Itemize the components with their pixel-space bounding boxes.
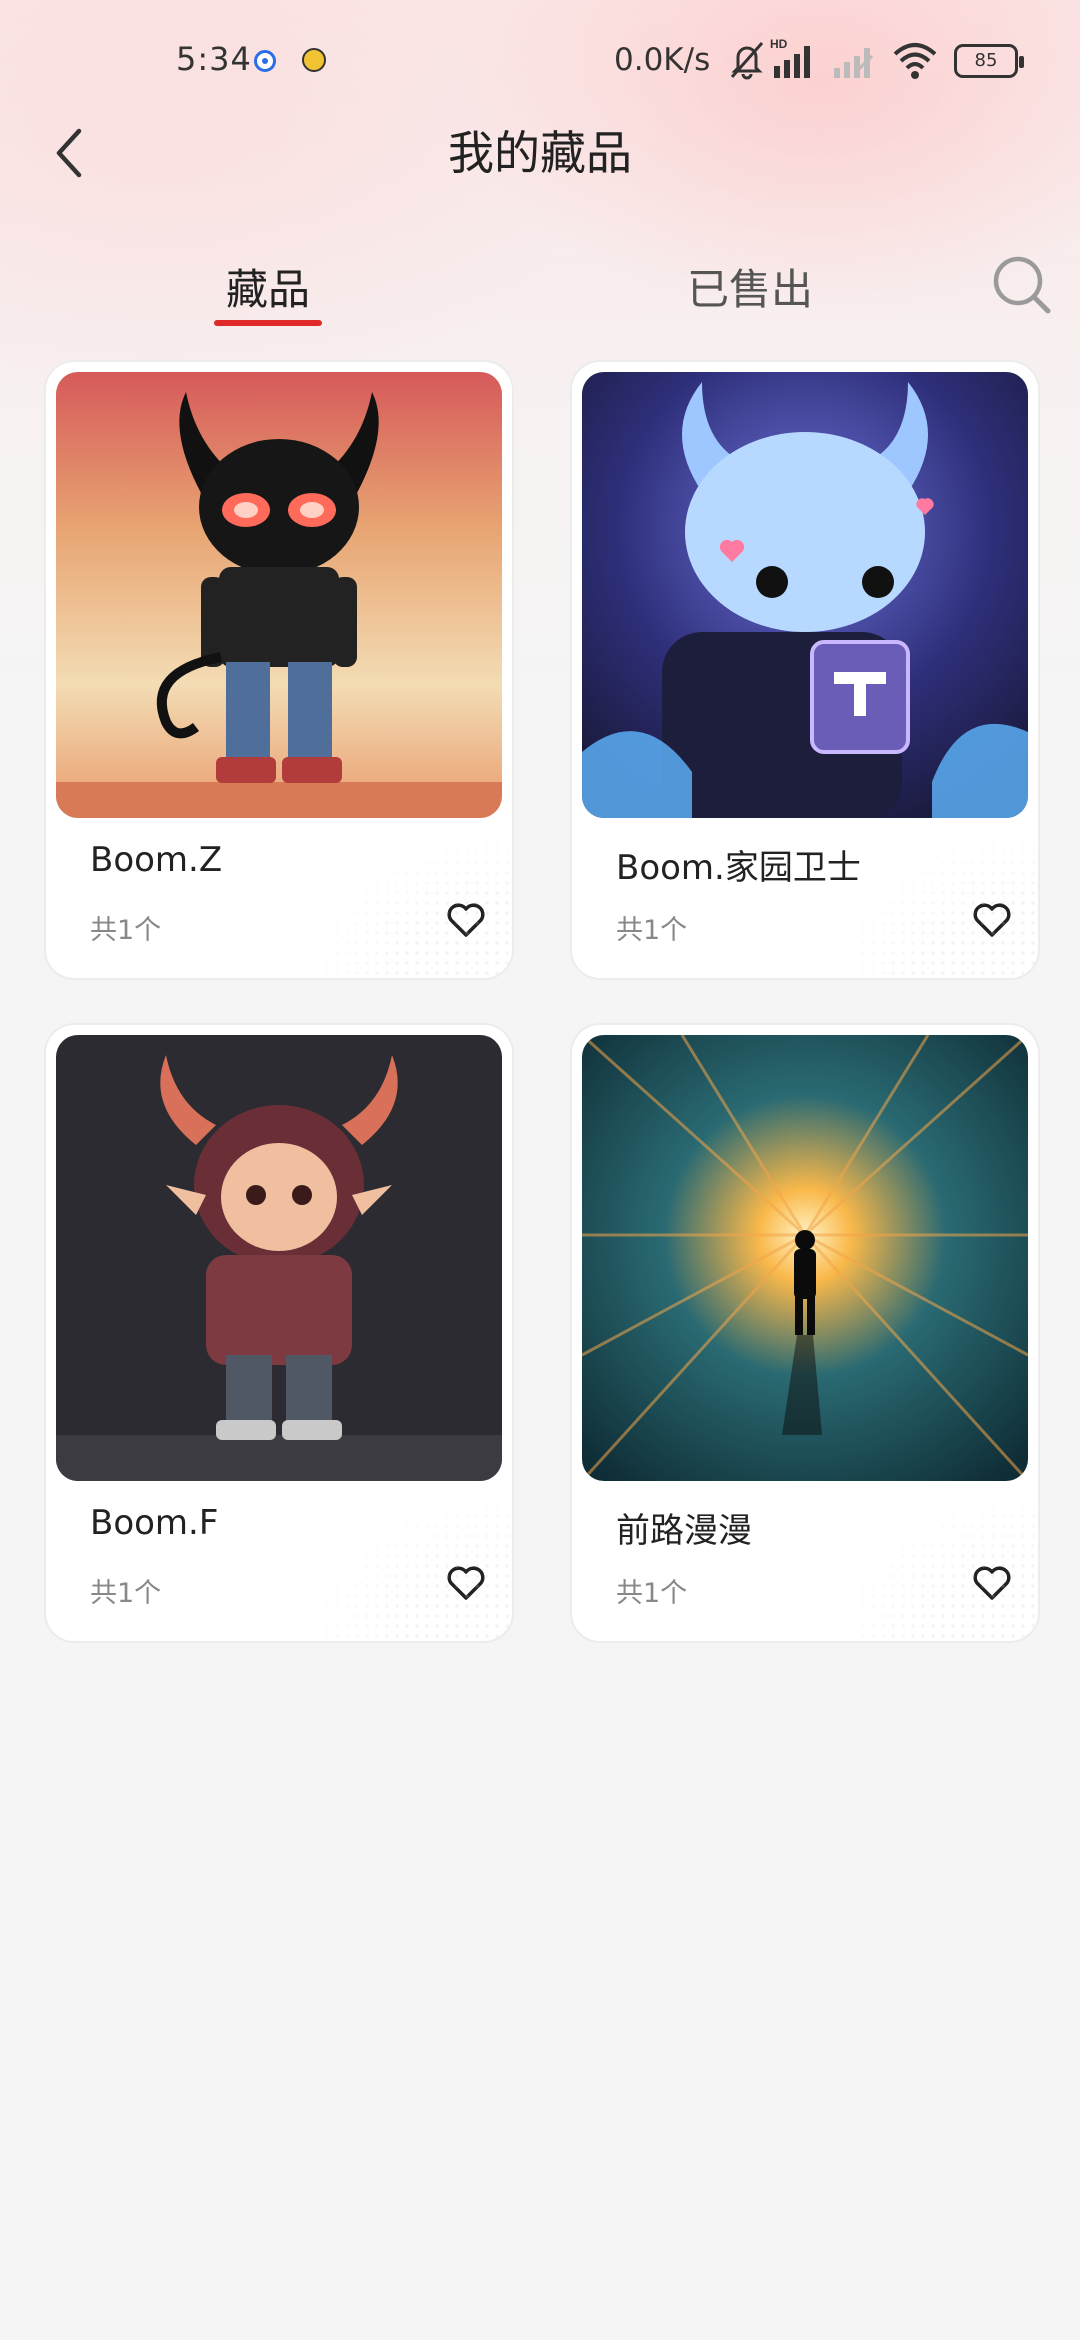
tab-bar: 藏品 已售出 [0, 250, 1080, 340]
item-image [56, 1035, 502, 1481]
wifi-icon [893, 43, 937, 79]
collection-card[interactable]: 前路漫漫 共1个 [572, 1025, 1038, 1641]
favorite-button[interactable] [442, 896, 490, 944]
tab-collection[interactable]: 藏品 [200, 250, 336, 330]
location-app-icon [254, 50, 276, 72]
search-icon [993, 256, 1051, 314]
active-tab-indicator [214, 320, 322, 326]
item-count: 共1个 [616, 915, 688, 946]
item-title: 前路漫漫 [616, 1511, 752, 1551]
network-speed: 0.0K/s [614, 42, 711, 78]
item-image [582, 1035, 1028, 1481]
heart-outline-icon [447, 903, 485, 937]
mute-bell-icon [730, 42, 764, 80]
battery-icon: 85 [954, 44, 1024, 78]
search-button[interactable] [990, 250, 1054, 320]
tab-sold[interactable]: 已售出 [680, 250, 820, 330]
heart-outline-icon [973, 1566, 1011, 1600]
favorite-button[interactable] [968, 1559, 1016, 1607]
svg-text:HD: HD [770, 37, 788, 51]
item-title: Boom.F [90, 1503, 219, 1543]
signal-weak-icon [834, 48, 874, 78]
item-count: 共1个 [90, 915, 162, 946]
favorite-button[interactable] [968, 896, 1016, 944]
heart-outline-icon [447, 1566, 485, 1600]
status-bar: 5:34 0.0K/s HD 85 [0, 0, 1080, 120]
collection-card[interactable]: Boom.Z 共1个 [46, 362, 512, 978]
item-image [56, 372, 502, 818]
page-title: 我的藏品 [448, 126, 632, 180]
hd-signal-icon: HD [770, 37, 810, 78]
item-title: Boom.Z [90, 840, 223, 880]
item-title: Boom.家园卫士 [616, 848, 861, 888]
collection-page: 5:34 0.0K/s HD 85 我的藏品 藏品 已售出 Boom.Z 共1个… [0, 0, 1080, 2340]
item-image [582, 372, 1028, 818]
favorite-button[interactable] [442, 1559, 490, 1607]
collection-card[interactable]: Boom.F 共1个 [46, 1025, 512, 1641]
collection-card[interactable]: Boom.家园卫士 共1个 [572, 362, 1038, 978]
yellow-app-icon [302, 48, 326, 72]
status-time: 5:34 [176, 40, 252, 78]
item-count: 共1个 [616, 1578, 688, 1609]
heart-outline-icon [973, 903, 1011, 937]
item-count: 共1个 [90, 1578, 162, 1609]
